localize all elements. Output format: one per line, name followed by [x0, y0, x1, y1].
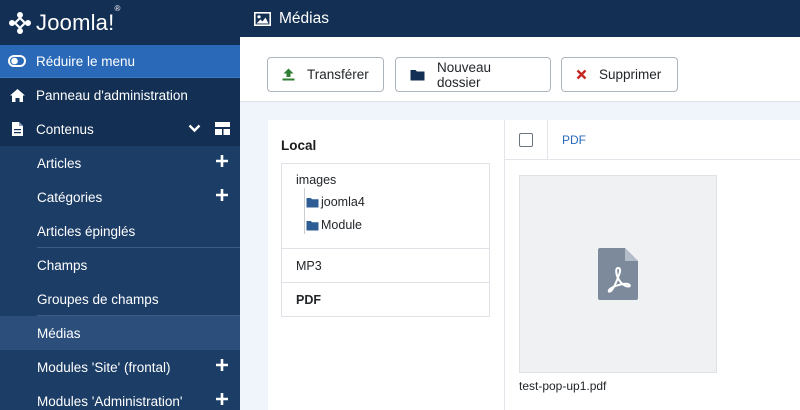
tree-item-joomla4[interactable]: joomla4	[306, 195, 365, 209]
breadcrumb-item-pdf[interactable]: PDF	[562, 133, 586, 147]
sidebar-item-label: Modules 'Site' (frontal)	[37, 359, 171, 375]
folder-tree: images joomla4 Module MP3 PDF	[281, 163, 490, 317]
sidebar: Joomla!® Réduire le menu Panneau d'admin…	[0, 0, 240, 410]
sidebar-item-site-modules[interactable]: Modules 'Site' (frontal)	[0, 350, 240, 384]
sidebar-toggle[interactable]: Réduire le menu	[0, 45, 240, 78]
sidebar-item-label: Panneau d'administration	[36, 87, 188, 103]
tree-item-label: images	[296, 173, 337, 187]
sidebar-item-label: Modules 'Administration'	[37, 393, 183, 409]
tree-item-pdf[interactable]: PDF	[282, 282, 489, 316]
upload-icon	[282, 68, 295, 81]
delete-label: Supprimer	[599, 67, 662, 82]
sidebar-item-label: Champs	[37, 257, 88, 273]
content-actions	[188, 122, 230, 135]
tree-item-label: Module	[321, 218, 362, 232]
delete-button[interactable]: Supprimer	[561, 57, 678, 92]
sidebar-item-label: Articles	[37, 155, 82, 171]
file-icon	[8, 120, 26, 138]
sidebar-item-dashboard[interactable]: Panneau d'administration	[0, 78, 240, 112]
new-folder-button[interactable]: Nouveau dossier	[395, 57, 551, 92]
tree-title: Local	[281, 138, 317, 153]
close-icon	[576, 69, 587, 80]
toggle-icon	[8, 52, 26, 70]
dashboard-grid-icon[interactable]	[215, 122, 230, 135]
sidebar-item-label: Articles épinglés	[37, 223, 136, 239]
upload-button[interactable]: Transférer	[267, 57, 384, 92]
media-browser: PDF test-pop-up1.pdf	[504, 120, 800, 410]
tree-item-module[interactable]: Module	[306, 218, 362, 232]
sidebar-toggle-label: Réduire le menu	[36, 53, 136, 69]
sidebar-item-label: Groupes de champs	[37, 291, 159, 307]
chevron-down-icon[interactable]	[188, 124, 201, 133]
tree-item-images[interactable]: images joomla4 Module	[282, 164, 489, 248]
sidebar-item-fields[interactable]: Champs	[0, 248, 240, 282]
brand-logo[interactable]: Joomla!®	[0, 0, 240, 45]
sidebar-item-categories[interactable]: Catégories	[0, 180, 240, 214]
tree-guide-line	[304, 188, 305, 234]
sidebar-item-articles[interactable]: Articles	[0, 146, 240, 180]
tree-item-label: joomla4	[321, 195, 365, 209]
new-folder-label: Nouveau dossier	[437, 59, 492, 90]
sidebar-item-field-groups[interactable]: Groupes de champs	[0, 282, 240, 316]
image-icon	[254, 11, 271, 26]
tree-item-label: MP3	[296, 258, 322, 273]
file-thumbnail[interactable]	[519, 175, 717, 373]
sidebar-item-label: Contenus	[36, 121, 94, 137]
tree-item-mp3[interactable]: MP3	[282, 248, 489, 282]
plus-icon[interactable]	[215, 358, 229, 372]
upload-label: Transférer	[307, 67, 369, 82]
brand-name: Joomla!®	[36, 3, 121, 35]
sidebar-item-media[interactable]: Médias	[0, 316, 240, 350]
page-header: Médias	[240, 0, 800, 37]
folder-icon	[410, 69, 425, 81]
select-all-checkbox[interactable]	[519, 133, 533, 147]
file-name[interactable]: test-pop-up1.pdf	[519, 379, 606, 393]
page-title: Médias	[279, 9, 329, 27]
breadcrumb: PDF	[505, 120, 800, 160]
plus-icon[interactable]	[215, 188, 229, 202]
file-pdf-icon	[598, 248, 638, 300]
folder-tree-panel: Local images joomla4 Module MP3 PDF	[268, 120, 504, 410]
divider	[547, 120, 548, 160]
folder-icon	[306, 220, 319, 231]
sidebar-item-label: Catégories	[37, 189, 103, 205]
plus-icon[interactable]	[215, 154, 229, 168]
sidebar-item-content[interactable]: Contenus	[0, 112, 240, 146]
folder-icon	[306, 197, 319, 208]
tree-item-label: PDF	[296, 292, 321, 307]
sidebar-item-admin-modules[interactable]: Modules 'Administration'	[0, 384, 240, 410]
sidebar-item-label: Médias	[37, 325, 81, 341]
sidebar-item-featured[interactable]: Articles épinglés	[0, 214, 240, 248]
toolbar: Transférer Nouveau dossier Supprimer	[240, 37, 800, 102]
home-icon	[8, 86, 26, 104]
joomla-logo-icon	[9, 11, 31, 34]
plus-icon[interactable]	[215, 392, 229, 406]
